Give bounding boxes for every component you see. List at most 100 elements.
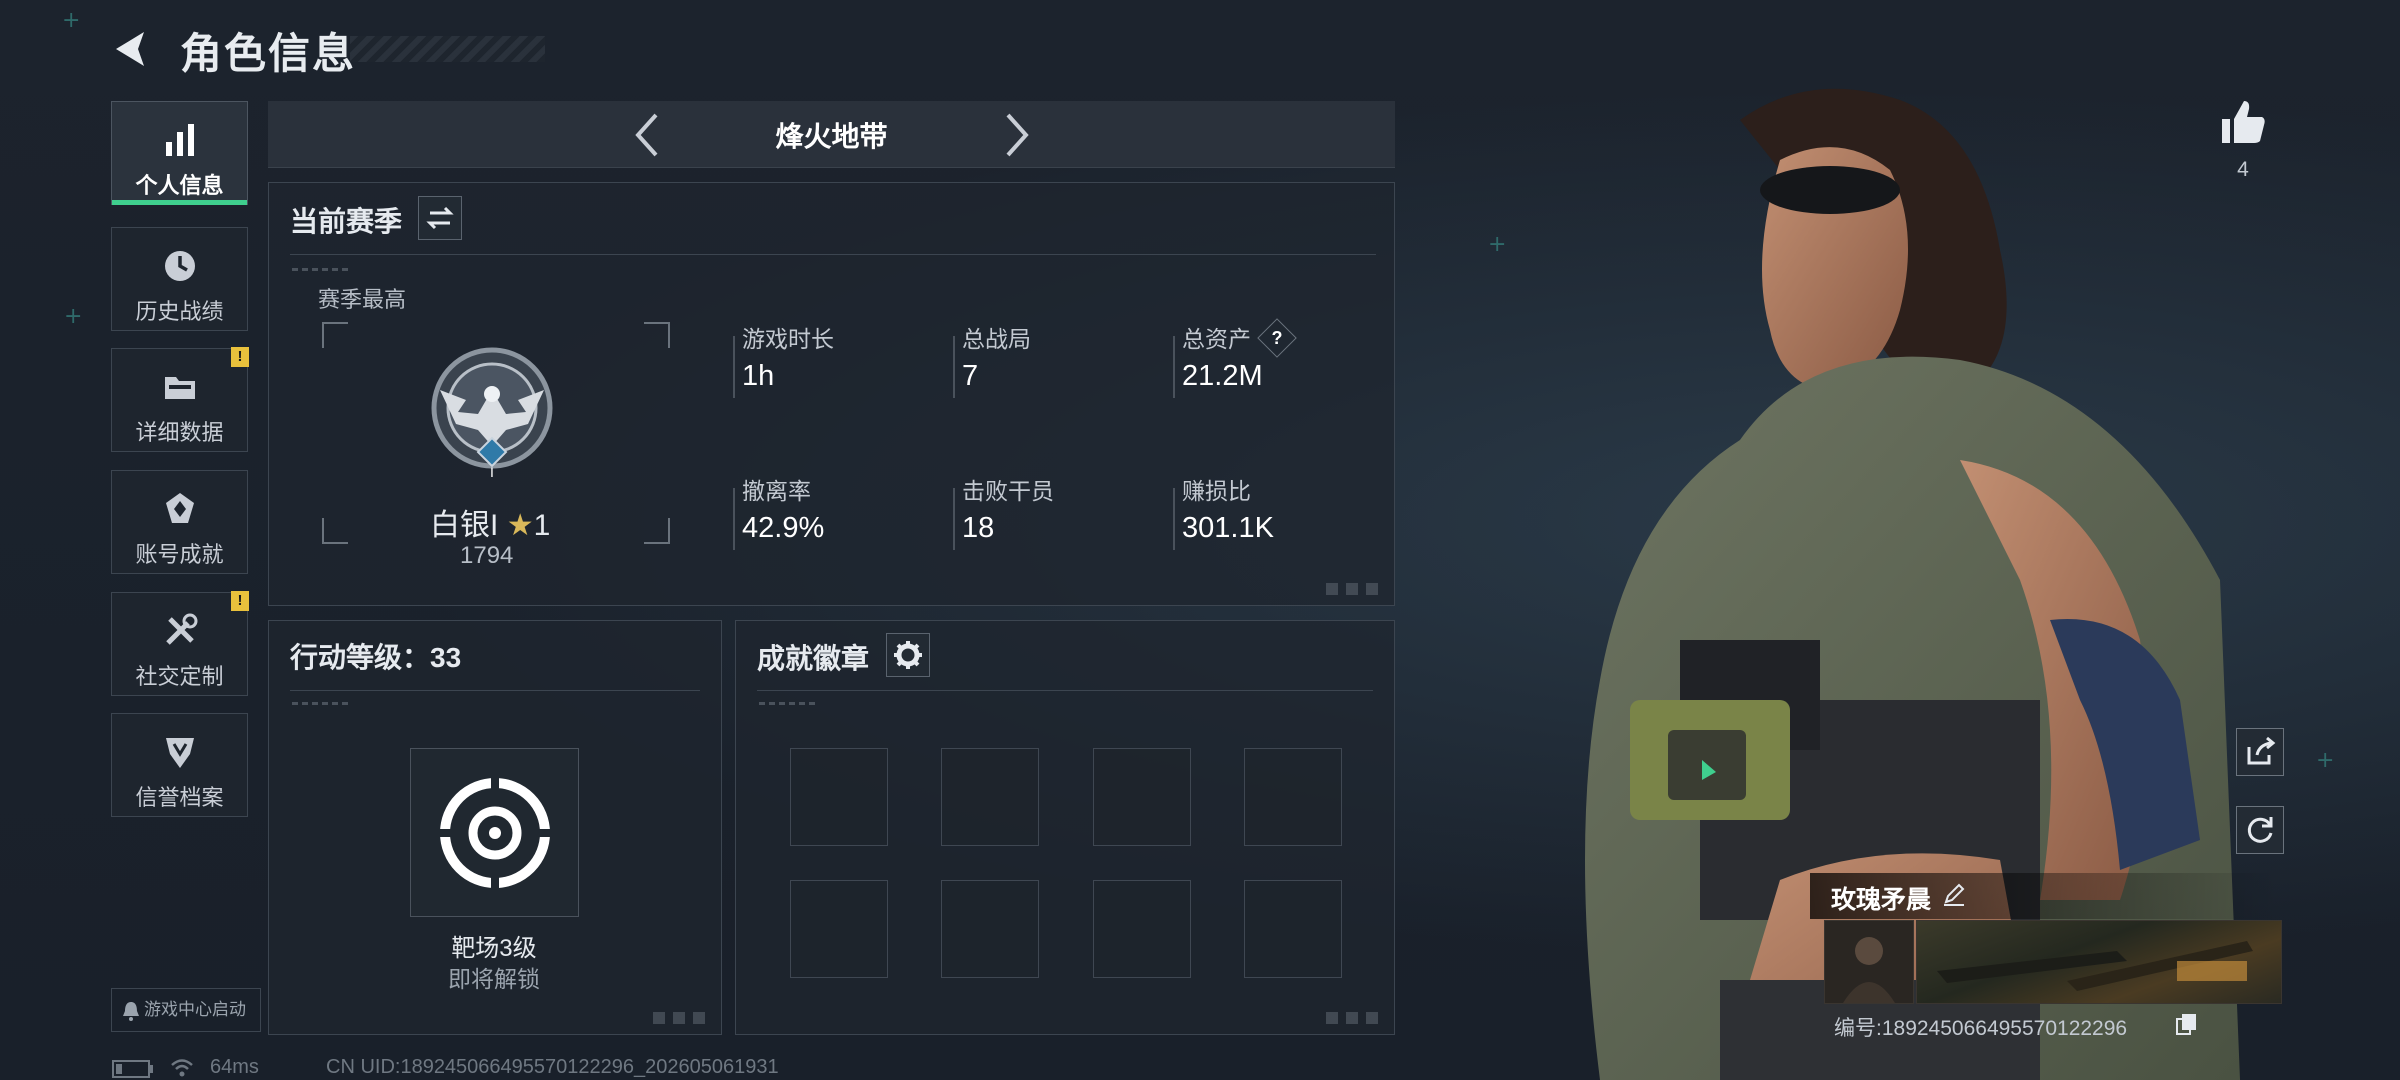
- star-icon: ★: [506, 508, 534, 543]
- rank-name: 白银I ★1: [430, 500, 550, 544]
- question-icon: ?: [1271, 327, 1283, 348]
- wifi-icon: [171, 1059, 193, 1077]
- weapon-image: [1937, 941, 2253, 991]
- weapon-showcase-thumbnail[interactable]: [1916, 920, 2282, 1004]
- stat-value: 18: [962, 512, 995, 544]
- nav-personal-info[interactable]: 个人信息: [111, 101, 248, 205]
- nav-achievements[interactable]: 账号成就: [111, 470, 248, 574]
- game-center-launch-button[interactable]: 游戏中心启动: [111, 988, 261, 1032]
- uid-readout: CN UID:18924506649557012229​6_2026050619…: [326, 1056, 779, 1078]
- deco-plus: +: [62, 8, 81, 33]
- season-switch-button[interactable]: [418, 196, 462, 240]
- stat-label: 游戏时长: [742, 326, 834, 352]
- help-button[interactable]: ?: [1257, 318, 1297, 358]
- stat-tick: [1173, 488, 1175, 550]
- stat-label: 撤离率: [742, 478, 811, 504]
- bar-chart-icon: [165, 124, 194, 156]
- stat-tick: [1173, 336, 1175, 398]
- nav-history[interactable]: 历史战绩: [111, 227, 248, 331]
- season-title: 当前赛季: [290, 206, 403, 237]
- nav-label: 账号成就: [135, 542, 224, 567]
- chevron-right-icon[interactable]: [996, 111, 1036, 159]
- stat-label: 总战局: [962, 326, 1031, 352]
- badges-title: 成就徽章: [757, 643, 870, 674]
- stat-tick: [953, 336, 955, 398]
- badge-slot[interactable]: [1093, 880, 1191, 978]
- action-level-title: 行动等级：33: [290, 642, 462, 673]
- ping-readout: 64ms: [210, 1056, 259, 1078]
- thumbs-up-icon[interactable]: [2216, 95, 2270, 149]
- stat-value: 1h: [742, 360, 775, 392]
- badge-slot[interactable]: [1244, 748, 1342, 846]
- bracket-corner: [322, 322, 348, 348]
- share-button[interactable]: [2236, 728, 2284, 776]
- alert-badge: !: [231, 591, 249, 611]
- stat-label: 总资产?: [1182, 318, 1297, 358]
- stat-value: 21.2M: [1182, 360, 1263, 392]
- badge-settings-button[interactable]: [886, 633, 930, 677]
- badge-slot[interactable]: [1244, 880, 1342, 978]
- nav-label: 信誉档案: [135, 785, 224, 810]
- share-icon: [2247, 736, 2276, 765]
- rank-star-count: 1: [533, 509, 551, 542]
- stat-label-text: 总资产: [1182, 326, 1251, 352]
- divider: [290, 690, 700, 691]
- corner-decoration: [1326, 583, 1382, 595]
- rank-title: 白银I: [430, 509, 499, 542]
- stat-tick: [953, 488, 955, 550]
- target-icon: [439, 777, 551, 889]
- target-unlock-status: 即将解锁: [448, 966, 540, 992]
- history-clock-icon: [164, 251, 195, 281]
- copy-icon[interactable]: [2176, 1012, 2198, 1036]
- badge-slot[interactable]: [1093, 748, 1191, 846]
- badge-slot[interactable]: [790, 880, 888, 978]
- character-serial: 编号:18924506649557012229​6: [1834, 1017, 2128, 1040]
- corner-decoration: [1326, 1012, 1382, 1024]
- tools-icon: [165, 613, 197, 645]
- stat-value: 7: [962, 360, 979, 392]
- shooting-range-button[interactable]: [410, 748, 579, 917]
- stat-value: 301.1K: [1182, 512, 1274, 544]
- bell-icon: [123, 1002, 139, 1021]
- battery-icon: [112, 1060, 153, 1078]
- nav-credibility[interactable]: 信誉档案: [111, 713, 248, 817]
- divider: [290, 254, 1376, 255]
- bracket-corner: [644, 322, 670, 348]
- refresh-button[interactable]: [2236, 806, 2284, 854]
- season-best-label: 赛季最高: [318, 287, 407, 312]
- game-center-label: 游戏中心启动: [144, 1000, 246, 1019]
- refresh-icon: [2247, 817, 2273, 843]
- badge-slot[interactable]: [790, 748, 888, 846]
- stat-label: 赚损比: [1182, 478, 1251, 504]
- badge-slot[interactable]: [941, 748, 1039, 846]
- badge-slot[interactable]: [941, 880, 1039, 978]
- edit-pencil-icon[interactable]: [1940, 880, 1968, 908]
- mode-selector: 烽火地带: [268, 101, 1395, 168]
- stat-value: 42.9%: [742, 512, 825, 544]
- divider: [757, 690, 1373, 691]
- gear-icon: [894, 641, 922, 669]
- nav-social-custom[interactable]: 社交定制 !: [111, 591, 249, 696]
- deco-plus: +: [64, 304, 83, 329]
- avatar-thumbnail[interactable]: [1824, 920, 1914, 1004]
- back-arrow-icon[interactable]: [108, 26, 154, 72]
- stat-label: 击败干员: [962, 478, 1054, 504]
- alert-badge: !: [231, 347, 249, 367]
- swap-icon: [426, 206, 454, 230]
- bracket-corner: [644, 518, 670, 544]
- nav-label: 历史战绩: [135, 299, 224, 324]
- mode-title: 烽火地带: [775, 121, 888, 152]
- nav-label: 个人信息: [135, 173, 224, 198]
- divider-dash: [292, 702, 352, 705]
- rank-score: 1794: [460, 542, 514, 569]
- bracket-corner: [322, 518, 348, 544]
- credibility-icon: [165, 738, 194, 768]
- nav-detailed-data[interactable]: 详细数据 !: [111, 347, 249, 452]
- divider-dash: [292, 268, 352, 271]
- target-name: 靶场3级: [451, 935, 537, 962]
- folder-icon: [164, 377, 195, 399]
- achievement-icon: [165, 493, 194, 523]
- rank-tier: I: [490, 464, 494, 480]
- deco-plus: +: [2316, 748, 2335, 773]
- character-name: 玫瑰矛晨: [1831, 886, 1932, 914]
